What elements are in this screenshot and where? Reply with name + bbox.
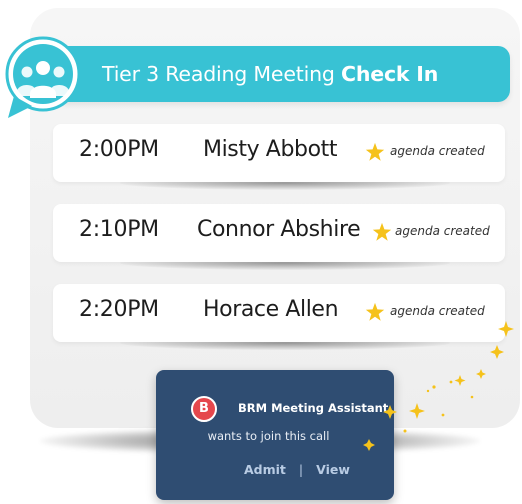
schedule-row-2: 2:10PM Connor Abshire agenda created xyxy=(53,204,505,262)
row-name: Connor Abshire xyxy=(197,217,361,242)
status-text: agenda created xyxy=(390,144,485,158)
star-icon xyxy=(365,142,385,161)
schedule-row-1: 2:00PM Misty Abbott agenda created xyxy=(53,124,505,182)
request-message: wants to join this call xyxy=(207,429,330,443)
row-time: 2:20PM xyxy=(79,297,159,322)
row-name: Horace Allen xyxy=(203,297,339,322)
join-request-notification: B BRM Meeting Assistant wants to join th… xyxy=(156,370,394,500)
status-text: agenda created xyxy=(395,224,490,238)
notification-actions: Admit | View xyxy=(244,462,350,477)
title-bold-text: Check In xyxy=(341,62,439,86)
row-time: 2:00PM xyxy=(79,137,159,162)
view-button[interactable]: View xyxy=(316,462,350,477)
action-separator: | xyxy=(298,462,304,477)
row-time: 2:10PM xyxy=(79,217,159,242)
page-title: Tier 3 Reading Meeting Check In xyxy=(102,62,438,86)
row-name: Misty Abbott xyxy=(203,137,338,162)
meeting-header: Tier 3 Reading Meeting Check In xyxy=(62,46,510,102)
title-regular-text: Tier 3 Reading Meeting xyxy=(102,62,341,86)
star-icon xyxy=(372,222,392,241)
group-people-chat-icon xyxy=(5,36,81,118)
check-in-illustration: Tier 3 Reading Meeting Check In 2:00PM M… xyxy=(0,0,522,504)
sparkle-icon xyxy=(363,321,514,451)
avatar: B xyxy=(191,396,217,422)
admit-button[interactable]: Admit xyxy=(244,462,286,477)
